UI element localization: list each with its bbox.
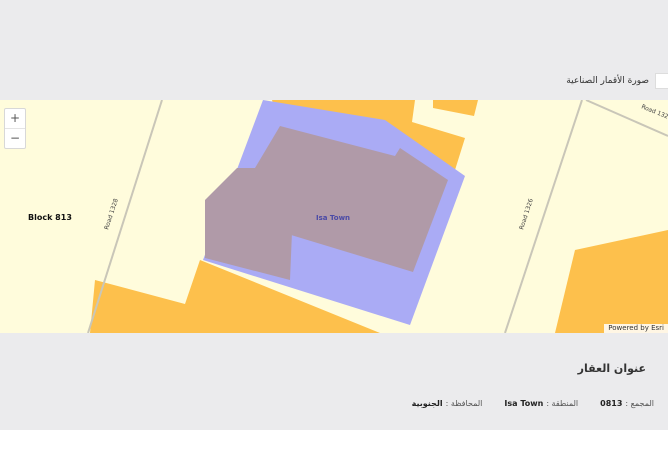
governorate-field: المحافظة : الجنوبية [412,399,483,408]
address-title: عنوان العقار [577,362,646,375]
zoom-out-button[interactable]: − [5,128,25,148]
town-label: Isa Town [316,214,350,222]
satellite-toggle[interactable]: صورة الأقمار الصناعية [566,70,668,92]
block-field-label: المجمع : [625,399,654,408]
block-field: المجمع : 0813 [600,399,654,408]
satellite-label: صورة الأقمار الصناعية [566,76,649,86]
area-field-value: Isa Town [504,399,544,408]
satellite-checkbox[interactable] [655,73,668,89]
block-label: Block 813 [28,213,72,222]
map-canvas: Block 813 Isa Town Road 1328 Road 1326 R… [0,100,668,333]
zoom-control: + − [4,108,26,149]
area-field: المنطقة : Isa Town [504,399,578,408]
zoom-in-button[interactable]: + [5,109,25,128]
block-field-value: 0813 [600,399,623,408]
map-attribution[interactable]: Powered by Esri [604,324,668,333]
governorate-field-label: المحافظة : [445,399,483,408]
area-field-label: المنطقة : [546,399,579,408]
bottom-band [0,430,668,452]
map-view[interactable]: Block 813 Isa Town Road 1328 Road 1326 R… [0,100,668,333]
address-details: المجمع : 0813 المنطقة : Isa Town المحافظ… [390,399,654,408]
governorate-field-value: الجنوبية [411,399,443,408]
